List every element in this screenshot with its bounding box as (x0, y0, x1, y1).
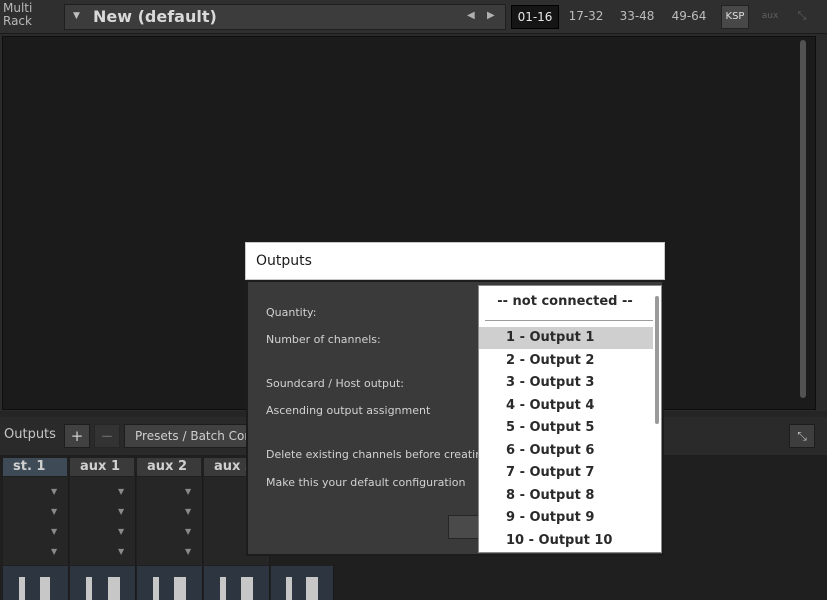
number-of-channels-label: Number of channels: (266, 333, 381, 346)
rack-name-selector[interactable]: ▼ New (default) ◀ ▶ (64, 4, 506, 30)
chevron-down-icon[interactable]: ▼ (118, 547, 124, 556)
multi-rack-label: Multi Rack (3, 1, 33, 28)
output-option-4[interactable]: 4 - Output 4 (479, 395, 653, 417)
dropdown-separator (485, 320, 653, 321)
chevron-down-icon[interactable]: ▼ (185, 527, 191, 536)
meter-bar (220, 577, 226, 600)
chevron-down-icon[interactable]: ▼ (51, 507, 57, 516)
quantity-label: Quantity: (266, 306, 317, 319)
chevron-down-icon[interactable]: ▼ (73, 11, 80, 21)
channel-meter-st1 (3, 566, 69, 600)
meter-bar (241, 577, 253, 600)
channel-meter-aux4 (271, 566, 334, 600)
channel-header-st1[interactable]: st. 1 (3, 458, 68, 476)
meter-bar (19, 577, 25, 600)
chevron-down-icon[interactable]: ▼ (185, 487, 191, 496)
chevron-down-icon[interactable]: ▼ (118, 527, 124, 536)
chevron-down-icon[interactable]: ▼ (185, 507, 191, 516)
rack-header: Multi Rack ▼ New (default) ◀ ▶ 01-16 17-… (0, 0, 827, 34)
dropdown-scrollbar[interactable] (655, 296, 659, 424)
chevron-down-icon[interactable]: ▼ (185, 547, 191, 556)
remove-output-button[interactable]: − (94, 424, 120, 448)
output-dropdown-list[interactable]: -- not connected -- 1 - Output 1 2 - Out… (478, 285, 662, 553)
chevron-down-icon[interactable]: ▼ (51, 527, 57, 536)
channel-header-aux2[interactable]: aux 2 (137, 458, 202, 476)
dialog-title: Outputs (256, 253, 312, 269)
previous-arrow-icon[interactable]: ◀ (467, 10, 475, 21)
soundcard-host-output-label: Soundcard / Host output: (266, 377, 404, 390)
chevron-down-icon[interactable]: ▼ (118, 487, 124, 496)
output-option-1[interactable]: 1 - Output 1 (479, 327, 653, 349)
next-arrow-icon[interactable]: ▶ (487, 10, 495, 21)
delete-existing-label: Delete existing channels before creating (266, 448, 490, 461)
rack-scrollbar[interactable] (800, 40, 806, 398)
outputs-label: Outputs (4, 427, 56, 442)
minimize-icon[interactable]: ⤡ (791, 5, 813, 27)
aux-button[interactable]: aux (757, 5, 783, 27)
chevron-down-icon[interactable]: ▼ (51, 547, 57, 556)
outputs-dialog-titlebar[interactable]: Outputs (245, 242, 665, 280)
page-tab-49-64[interactable]: 49-64 (666, 5, 712, 27)
chevron-down-icon[interactable]: ▼ (118, 507, 124, 516)
meter-bar (153, 577, 159, 600)
channel-strip-st1: ▼ ▼ ▼ ▼ (3, 477, 69, 565)
meter-bar (86, 577, 92, 600)
channel-meter-aux2 (137, 566, 203, 600)
page-tab-33-48[interactable]: 33-48 (615, 5, 659, 27)
channel-strip-aux2: ▼ ▼ ▼ ▼ (137, 477, 203, 565)
output-option-6[interactable]: 6 - Output 6 (479, 440, 653, 462)
rack-name: New (default) (93, 7, 217, 26)
output-option-10[interactable]: 10 - Output 10 (479, 530, 653, 552)
channel-strip-aux1: ▼ ▼ ▼ ▼ (70, 477, 136, 565)
make-default-label: Make this your default configuration (266, 476, 466, 489)
channel-header-aux1[interactable]: aux 1 (70, 458, 135, 476)
meter-bar (108, 577, 120, 600)
channel-meter-aux3 (204, 566, 270, 600)
ascending-output-label: Ascending output assignment (266, 404, 431, 417)
add-output-button[interactable]: + (64, 424, 90, 448)
output-option-8[interactable]: 8 - Output 8 (479, 485, 653, 507)
presets-batch-button[interactable]: Presets / Batch Con (124, 424, 266, 448)
channel-meter-aux1 (70, 566, 136, 600)
chevron-down-icon[interactable]: ▼ (51, 487, 57, 496)
expand-icon[interactable]: ⤡ (789, 424, 815, 448)
meter-bar (286, 577, 292, 600)
output-option-2[interactable]: 2 - Output 2 (479, 350, 653, 372)
meter-bar (306, 577, 318, 600)
ksp-button[interactable]: KSP (721, 5, 749, 29)
meter-bar (174, 577, 186, 600)
page-tab-17-32[interactable]: 17-32 (564, 5, 608, 27)
output-option-9[interactable]: 9 - Output 9 (479, 507, 653, 529)
meter-bar (40, 577, 50, 600)
output-option-5[interactable]: 5 - Output 5 (479, 417, 653, 439)
not-connected-option[interactable]: -- not connected -- (479, 294, 651, 309)
page-tab-01-16[interactable]: 01-16 (511, 5, 559, 29)
output-option-7[interactable]: 7 - Output 7 (479, 462, 653, 484)
output-option-3[interactable]: 3 - Output 3 (479, 372, 653, 394)
